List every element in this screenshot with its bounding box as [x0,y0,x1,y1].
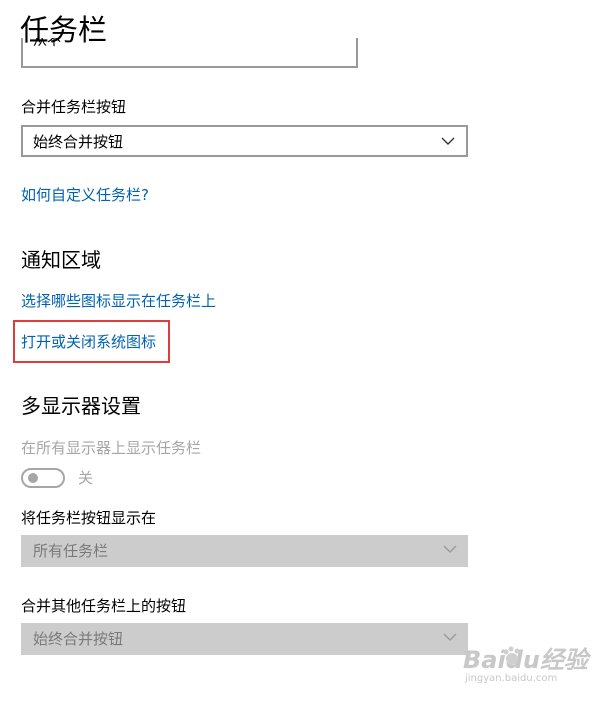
show-all-displays-label: 在所有显示器上显示任务栏 [21,439,202,457]
select-taskbar-icons-link[interactable]: 选择哪些图标显示在任务栏上 [21,291,216,311]
previous-setting-value: 从不 [33,38,61,49]
show-buttons-on-dropdown[interactable]: 所有任务栏 [21,535,468,567]
combine-buttons-dropdown[interactable]: 始终合并按钮 [21,125,468,157]
toggle-knob [28,473,38,483]
combine-other-value: 始终合并按钮 [33,630,124,648]
toggle-state-label: 关 [78,469,94,487]
customize-taskbar-link[interactable]: 如何自定义任务栏? [21,185,149,205]
combine-buttons-value: 始终合并按钮 [33,133,124,151]
watermark-url: jingyan.baidu.com [465,673,558,684]
show-all-displays-toggle[interactable] [21,468,65,488]
combine-other-dropdown[interactable]: 始终合并按钮 [21,623,468,655]
chevron-down-icon [441,137,455,145]
combine-other-label: 合并其他任务栏上的按钮 [21,597,187,615]
baidu-paw-icon [503,646,520,665]
combine-buttons-label: 合并任务栏按钮 [21,98,127,116]
multi-display-heading: 多显示器设置 [21,394,141,418]
notification-area-heading: 通知区域 [21,248,101,272]
chevron-down-icon [443,545,457,553]
system-icons-link[interactable]: 打开或关闭系统图标 [21,332,156,352]
previous-setting-dropdown[interactable]: 从不 [21,38,358,68]
show-buttons-on-value: 所有任务栏 [33,542,109,560]
baidu-watermark: Baidu经验 jingyan.baidu.com [463,640,603,695]
chevron-down-icon [443,633,457,641]
watermark-brand: Baidu经验 [463,646,588,674]
show-buttons-on-label: 将任务栏按钮显示在 [21,509,157,527]
